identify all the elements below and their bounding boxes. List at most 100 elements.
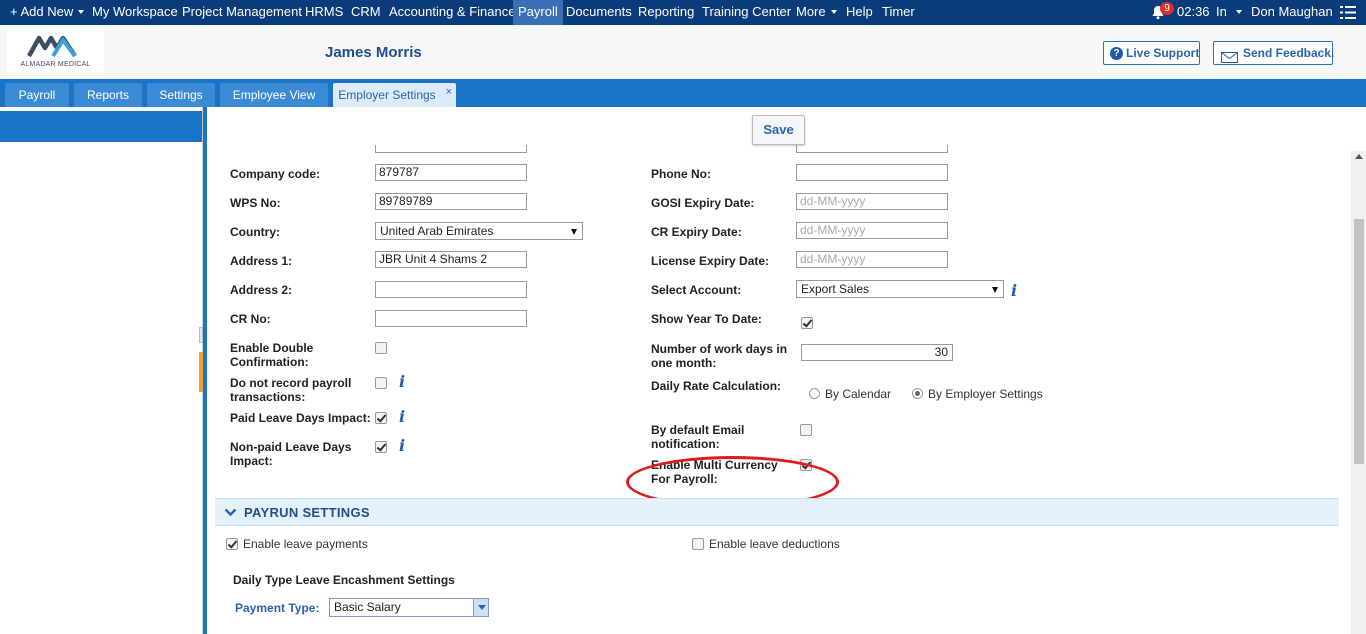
by-employer-settings-label: By Employer Settings (928, 387, 1043, 401)
work-days-label: Number of work days in one month: (651, 342, 788, 370)
address2-label: Address 2: (230, 283, 293, 297)
payment-type-label: Payment Type: (235, 601, 320, 615)
address1-input[interactable]: JBR Unit 4 Shams 2 (375, 251, 527, 268)
scrollbar-thumb[interactable] (1354, 219, 1364, 464)
nav-hrms[interactable]: HRMS (305, 0, 343, 25)
sidebar (0, 107, 204, 634)
partial-input-top-left (375, 145, 527, 153)
add-new-menu[interactable]: + Add New (10, 0, 85, 25)
encashment-settings-title: Daily Type Leave Encashment Settings (233, 573, 455, 587)
dropdown-button[interactable] (473, 599, 488, 616)
address1-label: Address 1: (230, 254, 293, 268)
clock-time: 02:36 (1177, 4, 1210, 19)
tab-reports[interactable]: Reports (74, 83, 142, 107)
paid-leave-checkbox[interactable] (375, 412, 387, 424)
country-select[interactable]: United Arab Emirates (375, 222, 583, 240)
tab-employer-settings[interactable]: Employer Settings × (333, 83, 456, 107)
cr-no-label: CR No: (230, 312, 271, 326)
email-notification-checkbox[interactable] (800, 424, 812, 436)
nav-crm[interactable]: CRM (351, 0, 381, 25)
sidebar-header (0, 111, 202, 142)
tab-payroll[interactable]: Payroll (5, 83, 69, 107)
nav-more-label: More (796, 4, 826, 19)
by-calendar-radio[interactable] (809, 388, 820, 399)
tab-employee-view[interactable]: Employee View (220, 83, 328, 107)
phone-label: Phone No: (651, 167, 711, 181)
cr-expiry-input[interactable]: dd-MM-yyyy (796, 222, 948, 239)
select-account-label: Select Account: (651, 283, 742, 297)
nav-reporting[interactable]: Reporting (638, 0, 694, 25)
daily-rate-label: Daily Rate Calculation: (651, 379, 782, 393)
by-employer-settings-radio[interactable] (912, 388, 923, 399)
chevron-down-icon (992, 287, 998, 293)
add-new-label: + Add New (10, 4, 74, 19)
payrun-settings-title: PAYRUN SETTINGS (244, 505, 370, 520)
user-menu[interactable]: Don Maughan (1251, 0, 1333, 25)
nav-training-center[interactable]: Training Center (702, 0, 791, 25)
country-value: United Arab Emirates (380, 224, 494, 238)
gosi-expiry-input[interactable]: dd-MM-yyyy (796, 193, 948, 210)
live-support-button[interactable]: ? Live Support (1103, 41, 1200, 65)
chevron-down-icon (1235, 10, 1242, 14)
nav-more[interactable]: More (796, 0, 837, 25)
leave-payments-checkbox[interactable] (226, 538, 238, 550)
double-confirmation-checkbox[interactable] (375, 342, 387, 354)
work-days-input[interactable]: 30 (801, 344, 953, 361)
nav-timer[interactable]: Timer (882, 0, 915, 25)
employer-settings-panel: Save Company code: 879787 WPS No: 897897… (203, 107, 1366, 634)
employee-name: James Morris (325, 44, 422, 61)
double-confirmation-label: Enable Double Confirmation: (230, 341, 314, 369)
license-expiry-input[interactable]: dd-MM-yyyy (796, 251, 948, 268)
info-icon[interactable]: i (1011, 283, 1017, 299)
by-calendar-label: By Calendar (825, 387, 892, 401)
nav-my-workspace[interactable]: My Workspace (92, 0, 178, 25)
payment-type-select[interactable]: Basic Salary (329, 598, 489, 617)
payrun-settings-header[interactable]: PAYRUN SETTINGS (215, 498, 1339, 526)
email-notification-label: By default Email notification: (651, 423, 745, 451)
module-tab-bar: Payroll Reports Settings Employee View E… (0, 79, 1366, 107)
status-menu[interactable]: In (1216, 0, 1242, 25)
company-code-input[interactable]: 879787 (375, 164, 527, 181)
menu-list-icon[interactable] (1340, 5, 1356, 20)
select-account-dropdown[interactable]: Export Sales (796, 280, 1004, 298)
company-logo[interactable]: ALMADAR MEDICAL (7, 28, 104, 75)
nav-payroll[interactable]: Payroll (513, 0, 563, 25)
tab-employer-settings-label: Employer Settings (338, 88, 436, 102)
info-icon[interactable]: i (399, 438, 405, 454)
show-ytd-label: Show Year To Date: (651, 312, 762, 326)
nav-documents[interactable]: Documents (566, 0, 632, 25)
chevron-down-icon (830, 10, 837, 14)
mail-icon (1221, 48, 1238, 63)
cr-expiry-label: CR Expiry Date: (651, 225, 742, 239)
license-expiry-label: License Expiry Date: (651, 254, 770, 268)
page-header: ALMADAR MEDICAL James Morris ? Live Supp… (0, 25, 1366, 79)
vertical-scrollbar[interactable] (1351, 151, 1366, 634)
account-value: Export Sales (801, 282, 870, 296)
payment-type-value: Basic Salary (334, 600, 401, 614)
partial-input-top-right (796, 145, 948, 153)
paid-leave-label: Paid Leave Days Impact: (230, 411, 371, 425)
nav-help[interactable]: Help (846, 0, 873, 25)
wps-label: WPS No: (230, 196, 281, 210)
info-icon[interactable]: i (399, 409, 405, 425)
close-icon[interactable]: × (446, 80, 452, 104)
chevron-down-icon (571, 229, 577, 235)
show-ytd-checkbox[interactable] (801, 317, 813, 329)
no-record-transactions-label: Do not record payroll transactions: (230, 376, 352, 404)
address2-input[interactable] (375, 281, 527, 298)
no-record-transactions-checkbox[interactable] (375, 377, 387, 389)
phone-input[interactable] (796, 164, 948, 181)
nav-project-management[interactable]: Project Management (182, 0, 302, 25)
status-label: In (1216, 4, 1227, 19)
leave-deductions-checkbox[interactable] (692, 538, 704, 550)
save-button[interactable]: Save (752, 115, 805, 145)
nonpaid-leave-checkbox[interactable] (375, 441, 387, 453)
wps-input[interactable]: 89789789 (375, 193, 527, 210)
tab-settings[interactable]: Settings (147, 83, 215, 107)
send-feedback-button[interactable]: Send Feedback. (1213, 41, 1334, 65)
nav-accounting-finance[interactable]: Accounting & Finance (389, 0, 515, 25)
leave-deductions-label: Enable leave deductions (709, 537, 840, 551)
info-icon[interactable]: i (399, 374, 405, 390)
scroll-up-arrow-icon[interactable] (1355, 154, 1363, 159)
cr-no-input[interactable] (375, 310, 527, 327)
